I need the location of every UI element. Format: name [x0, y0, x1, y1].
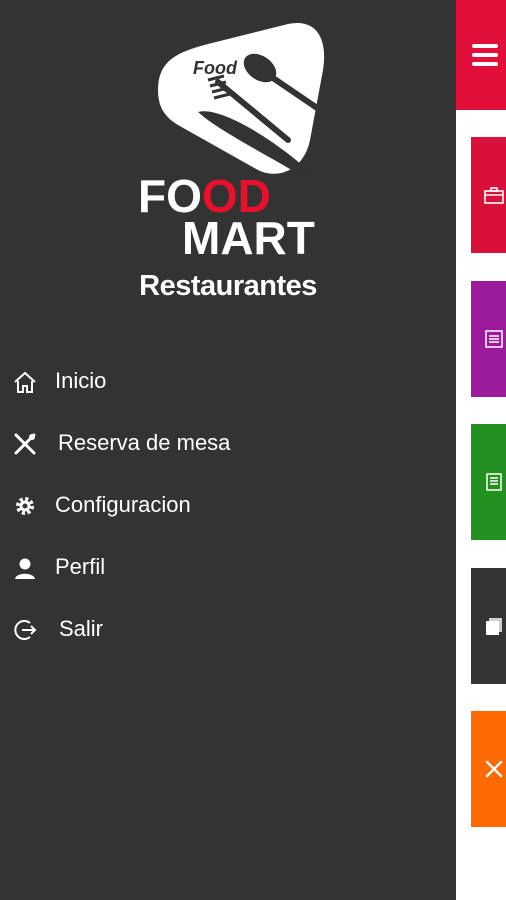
fork-knife-icon: [485, 760, 503, 778]
brand-line2: MART: [182, 212, 315, 260]
gear-icon: [16, 497, 34, 515]
menu-label-salir: Salir: [59, 616, 104, 641]
tile-document[interactable]: [471, 424, 506, 540]
menu-item-perfil[interactable]: Perfil: [0, 542, 456, 594]
brand-subtitle: Restaurantes: [139, 270, 317, 302]
menu-item-salir[interactable]: Salir: [0, 604, 456, 656]
logo-tag-text: Food: [193, 58, 238, 78]
foodmart-logo: Food FOOD MART: [138, 22, 326, 260]
tile-restaurant[interactable]: [471, 711, 506, 827]
menu-item-inicio[interactable]: Inicio: [0, 356, 456, 408]
menu-label-reserva: Reserva de mesa: [58, 430, 231, 455]
notes-icon: [486, 618, 502, 635]
logout-icon: [14, 620, 37, 640]
tile-briefcase[interactable]: [471, 137, 506, 253]
tile-notes[interactable]: [471, 568, 506, 684]
home-icon: [14, 371, 36, 393]
background-app: [456, 0, 506, 900]
menu-item-configuracion[interactable]: Configuracion: [0, 480, 456, 532]
menu-label-inicio: Inicio: [55, 368, 107, 393]
user-icon: [15, 558, 35, 579]
app-topbar: [456, 0, 506, 110]
menu-label-configuracion: Configuracion: [55, 492, 191, 517]
list-icon: [485, 330, 503, 348]
briefcase-icon: [484, 187, 504, 204]
hamburger-menu-icon[interactable]: [472, 44, 498, 66]
menu-label-perfil: Perfil: [55, 554, 106, 579]
tile-list[interactable]: [471, 281, 506, 397]
fork-knife-icon: [14, 433, 36, 455]
menu-item-reserva[interactable]: Reserva de mesa: [0, 418, 456, 470]
document-icon: [486, 473, 502, 491]
navigation-drawer: Food FOOD MART Restaurantes Inicio Reser…: [0, 0, 456, 900]
